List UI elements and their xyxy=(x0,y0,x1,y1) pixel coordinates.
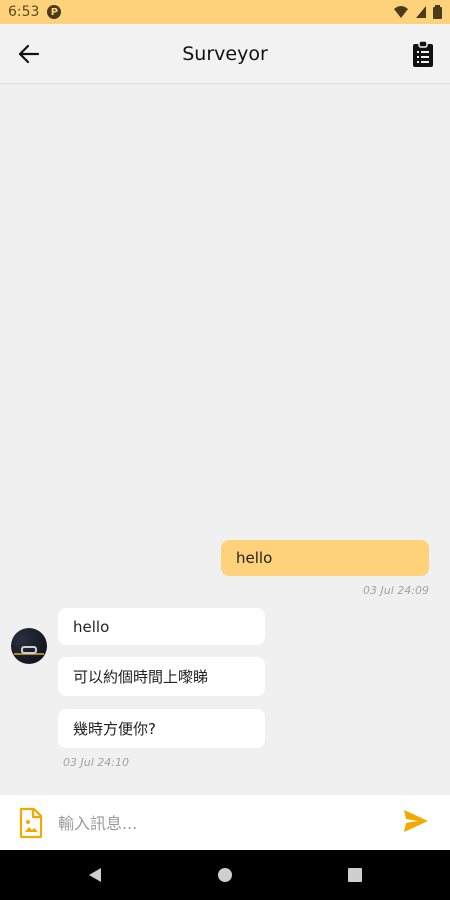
status-left: 6:53 P xyxy=(8,4,62,20)
send-button[interactable] xyxy=(403,809,431,835)
message-text: hello xyxy=(73,617,110,636)
battery-icon xyxy=(433,5,442,19)
nav-home-icon[interactable] xyxy=(215,865,235,885)
status-right xyxy=(393,5,442,19)
send-icon xyxy=(404,810,428,832)
signal-icon xyxy=(416,6,426,18)
message-input[interactable] xyxy=(58,805,388,841)
page-title: Surveyor xyxy=(182,42,268,65)
attach-button[interactable] xyxy=(18,807,46,839)
arrow-left-icon xyxy=(18,44,40,64)
avatar-decoration xyxy=(21,646,37,654)
message-text: 幾時方便你? xyxy=(73,720,156,738)
file-image-icon xyxy=(19,807,43,839)
avatar[interactable] xyxy=(11,628,47,664)
nav-recents-icon[interactable] xyxy=(345,865,365,885)
back-button[interactable] xyxy=(14,39,44,69)
message-bubble-incoming[interactable]: 可以約個時間上嚟睇 xyxy=(58,657,265,696)
message-bubble-incoming[interactable]: hello xyxy=(58,608,265,645)
system-navigation-bar xyxy=(0,850,450,900)
message-timestamp-outgoing: 03 Jul 24:09 xyxy=(363,584,429,597)
app-bar: Surveyor xyxy=(0,24,450,84)
status-time: 6:53 xyxy=(8,4,40,20)
status-bar: 6:53 P xyxy=(0,0,450,24)
nav-back-icon[interactable] xyxy=(85,865,105,885)
clipboard-list-icon xyxy=(413,40,433,67)
survey-form-button[interactable] xyxy=(408,39,438,69)
message-text: 可以約個時間上嚟睇 xyxy=(73,668,209,686)
message-text: hello xyxy=(236,549,273,567)
message-bubble-incoming[interactable]: 幾時方便你? xyxy=(58,709,265,748)
message-composer xyxy=(0,795,450,850)
wifi-icon xyxy=(394,6,408,18)
app-notification-icon: P xyxy=(47,5,62,19)
message-timestamp-incoming: 03 Jul 24:10 xyxy=(63,756,129,769)
message-bubble-outgoing[interactable]: hello xyxy=(221,540,429,576)
